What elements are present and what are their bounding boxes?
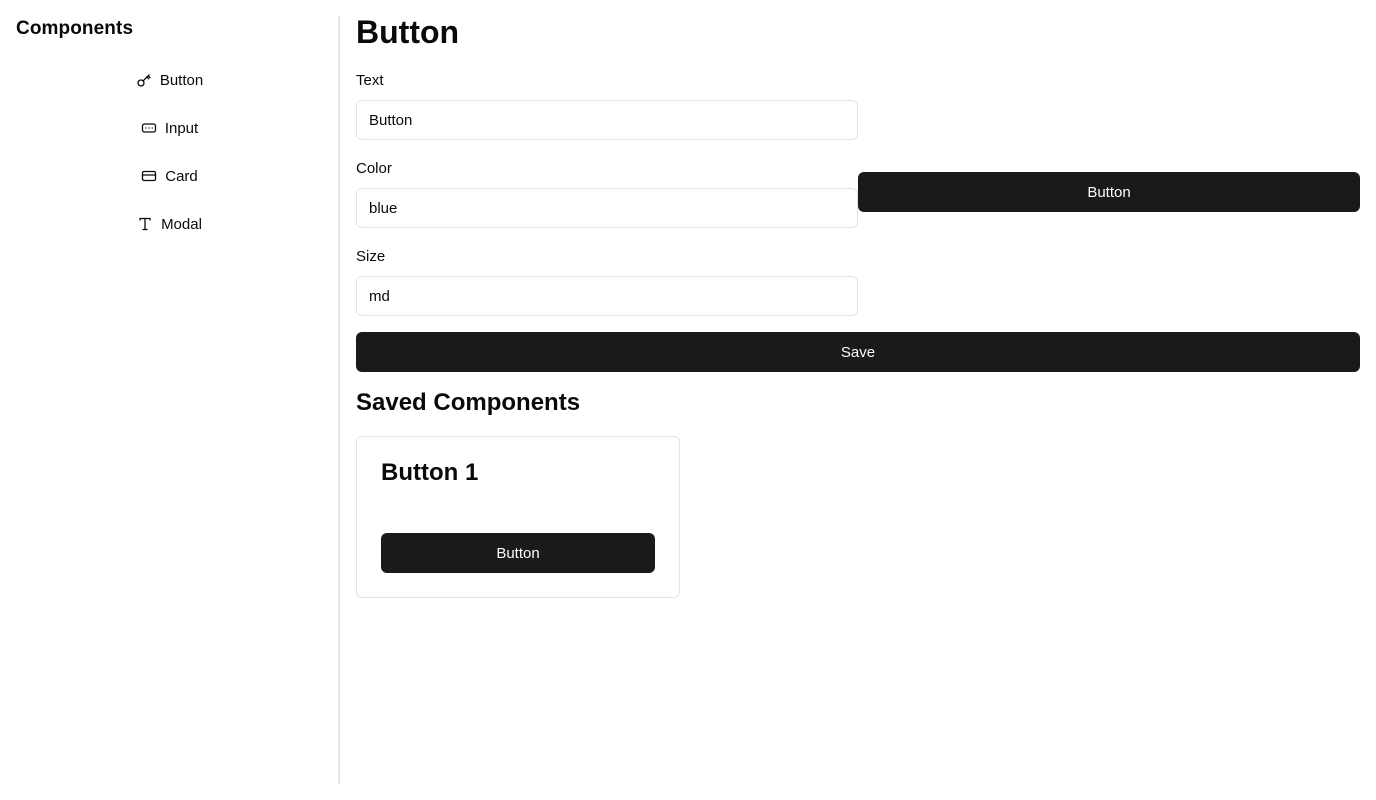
size-field-label: Size	[356, 248, 386, 265]
card-title: Button 1	[381, 459, 479, 486]
sidebar-divider	[338, 16, 340, 784]
app-root: Components Button Input Card Modal Butto…	[0, 0, 1376, 800]
page-title: Button	[356, 14, 460, 50]
sidebar-item-input[interactable]: Input	[0, 114, 339, 142]
sidebar-item-button[interactable]: Button	[0, 66, 339, 94]
sidebar: Components Button Input Card Modal	[0, 0, 339, 800]
sidebar-item-label: Card	[165, 167, 198, 185]
text-field[interactable]	[356, 100, 858, 140]
card-button[interactable]: Button	[381, 533, 655, 573]
input-icon	[141, 120, 157, 136]
saved-components-title: Saved Components	[356, 389, 581, 416]
sidebar-item-card[interactable]: Card	[0, 162, 339, 190]
preview-button[interactable]: Button	[858, 172, 1360, 212]
sidebar-item-label: Modal	[161, 215, 202, 233]
save-button[interactable]: Save	[356, 332, 1360, 372]
color-field[interactable]	[356, 188, 858, 228]
sidebar-title: Components	[16, 18, 134, 39]
sidebar-item-label: Input	[164, 119, 199, 137]
sidebar-item-modal[interactable]: Modal	[0, 210, 339, 238]
color-field-label: Color	[356, 160, 392, 177]
text-field-label: Text	[356, 72, 384, 89]
sidebar-item-label: Button	[159, 71, 204, 89]
card-icon	[141, 168, 157, 184]
saved-component-card: Button 1 Button	[356, 436, 680, 598]
size-field[interactable]	[356, 276, 858, 316]
type-icon	[137, 216, 153, 232]
key-icon	[136, 72, 152, 88]
